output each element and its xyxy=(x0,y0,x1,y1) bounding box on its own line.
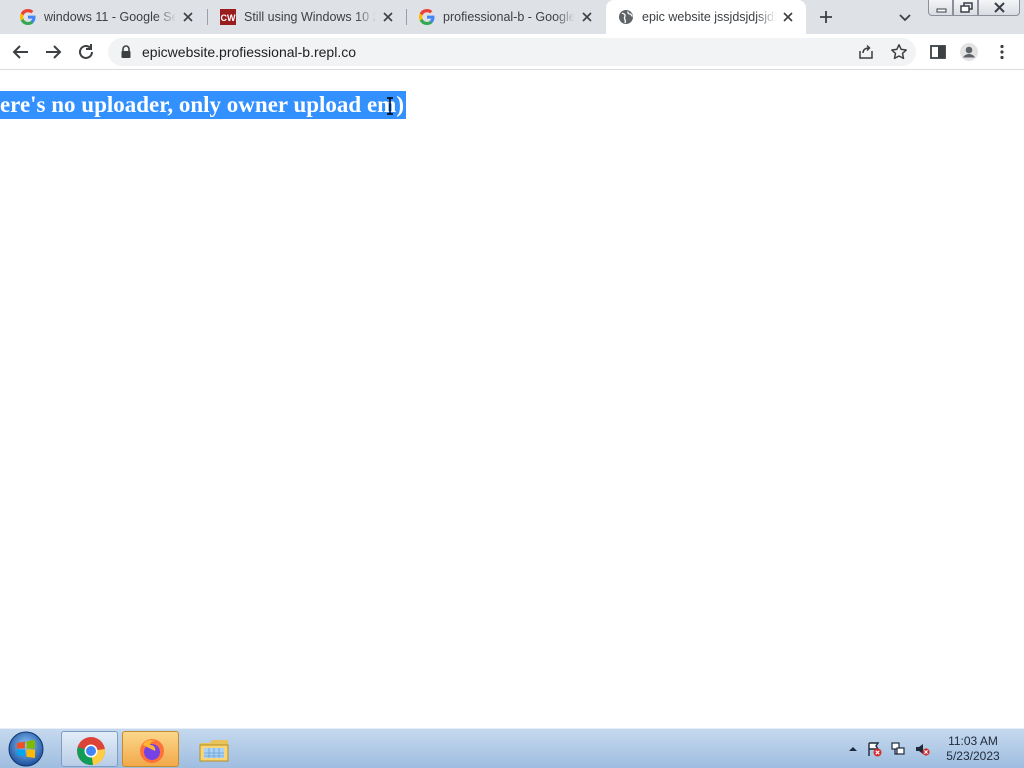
close-icon xyxy=(994,2,1005,13)
text-cursor-icon xyxy=(387,97,393,115)
minimize-button[interactable] xyxy=(928,0,953,16)
volume-muted-icon[interactable] xyxy=(914,741,930,757)
globe-icon xyxy=(619,10,633,24)
taskbar-chrome-button[interactable] xyxy=(61,731,118,767)
tab-title: windows 11 - Google Search xyxy=(44,10,176,24)
system-clock[interactable]: 11:03 AM 5/23/2023 xyxy=(940,734,1006,764)
new-tab-icon[interactable] xyxy=(816,7,836,27)
action-center-flag-icon[interactable] xyxy=(866,741,882,757)
show-hidden-icons-icon[interactable] xyxy=(845,741,861,757)
url-text: epicwebsite.profiessional-b.repl.co xyxy=(142,44,356,60)
tab-windows-11-search[interactable]: windows 11 - Google Search xyxy=(8,0,206,34)
restore-icon xyxy=(960,2,973,13)
taskbar-explorer-button[interactable] xyxy=(184,731,241,767)
close-icon[interactable] xyxy=(180,9,196,25)
lock-icon[interactable] xyxy=(120,45,132,59)
chrome-icon xyxy=(77,737,105,766)
tab-title: Still using Windows 10 21H2 xyxy=(244,10,376,24)
start-button[interactable] xyxy=(6,730,46,768)
address-bar[interactable]: epicwebsite.profiessional-b.repl.co xyxy=(108,38,916,66)
close-icon[interactable] xyxy=(780,9,796,25)
side-panel-icon[interactable] xyxy=(928,42,948,62)
network-icon[interactable] xyxy=(890,741,906,757)
folder-icon xyxy=(199,740,229,762)
chevron-down-icon[interactable] xyxy=(896,8,914,26)
tab-title: profiessional-b - Google Search xyxy=(443,10,575,24)
clock-date: 5/23/2023 xyxy=(946,749,1000,763)
back-arrow-icon[interactable] xyxy=(11,42,31,62)
page-heading: there's no uploader, only owner upload e… xyxy=(0,91,406,119)
close-icon[interactable] xyxy=(380,9,396,25)
google-icon xyxy=(20,9,36,25)
taskbar: 11:03 AM 5/23/2023 xyxy=(0,728,1024,768)
tab-strip: windows 11 - Google Search CW Still usin… xyxy=(0,0,1024,34)
close-window-button[interactable] xyxy=(978,0,1020,16)
profile-avatar-icon[interactable] xyxy=(959,42,979,62)
minimize-icon xyxy=(936,8,947,13)
tab-title: epic website jssjdsjdjsjdh xyxy=(642,10,776,24)
tab-profiessional-b-search[interactable]: profiessional-b - Google Search xyxy=(407,0,605,34)
taskbar-firefox-button[interactable] xyxy=(122,731,179,767)
star-icon[interactable] xyxy=(890,43,908,61)
close-icon[interactable] xyxy=(579,9,595,25)
tab-windows-10-article[interactable]: CW Still using Windows 10 21H2 xyxy=(208,0,406,34)
google-icon xyxy=(419,9,435,25)
page-heading-text: there's no uploader, only owner upload e… xyxy=(0,92,404,117)
svg-text:CW: CW xyxy=(221,13,236,23)
firefox-icon xyxy=(140,739,164,763)
cw-icon: CW xyxy=(220,9,236,25)
more-menu-icon[interactable] xyxy=(992,42,1012,62)
page-content: there's no uploader, only owner upload e… xyxy=(0,71,1024,728)
forward-arrow-icon[interactable] xyxy=(43,42,63,62)
browser-toolbar: epicwebsite.profiessional-b.repl.co xyxy=(0,34,1024,70)
share-icon[interactable] xyxy=(858,44,874,60)
clock-time: 11:03 AM xyxy=(948,734,998,748)
reload-icon[interactable] xyxy=(76,42,96,62)
tab-epic-website[interactable]: epic website jssjdsjdjsjdh xyxy=(606,0,806,34)
restore-button[interactable] xyxy=(953,0,978,16)
